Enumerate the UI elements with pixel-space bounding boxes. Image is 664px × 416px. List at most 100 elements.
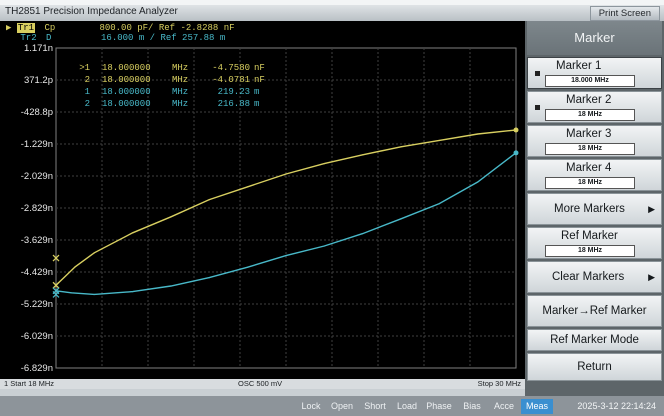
bottom-status-bar: Lock Open Short Load Phase Bias Acce Mea… xyxy=(0,396,664,416)
trace-end-marker xyxy=(513,150,519,156)
marker-readout-text: 216.88 xyxy=(218,99,250,109)
sweep-stop: Stop 30 MHz xyxy=(477,379,521,388)
marker2-value[interactable]: 18 MHz xyxy=(545,109,635,121)
submenu-arrow-icon: ▶ xyxy=(648,204,655,214)
marker3-label: Marker 3 xyxy=(566,128,612,140)
marker-readout-text: -4.0781 xyxy=(212,75,250,85)
softkey-panel: Marker Marker 1 18.000 MHz Marker 2 18 M… xyxy=(525,21,664,396)
ref-marker-button[interactable]: Ref Marker 18 MHz xyxy=(527,227,662,259)
load-button[interactable]: Load xyxy=(394,399,420,414)
marker-readout-text: >1 xyxy=(79,63,90,73)
marker-active-indicator xyxy=(535,71,540,76)
clear-markers-label: Clear Markers xyxy=(552,271,625,283)
marker-readout-text: 2 xyxy=(85,75,90,85)
trace1-header[interactable]: ▶ Tr1 Cp 800.00 pF/ Ref -2.8288 nF xyxy=(6,23,235,33)
print-screen-button[interactable]: Print Screen xyxy=(589,6,660,21)
ref-marker-mode-button[interactable]: Ref Marker Mode xyxy=(527,329,662,351)
trace-point xyxy=(170,285,172,287)
more-markers-button[interactable]: More Markers ▶ xyxy=(527,193,662,225)
marker-readout-text: -4.7580 xyxy=(212,63,250,73)
marker-readout-text: nF xyxy=(254,75,265,85)
trace-point xyxy=(362,233,364,235)
y-tick-label: -3.629n xyxy=(21,235,53,246)
y-tick-label: -2.029n xyxy=(21,171,53,182)
status-strip: 1 Start 18 MHz OSC 500 mV Stop 30 MHz xyxy=(0,379,525,389)
panel-title: Marker xyxy=(527,21,662,55)
marker-readout-text: 2 xyxy=(85,99,90,109)
trace-point xyxy=(74,266,76,268)
trace-point xyxy=(93,252,95,254)
ref-marker-value[interactable]: 18 MHz xyxy=(545,245,635,257)
marker-readout-text: 18.000000 xyxy=(102,99,151,109)
trace-point xyxy=(438,203,440,205)
acce-button[interactable]: Acce xyxy=(489,399,519,414)
marker2-button[interactable]: Marker 2 18 MHz xyxy=(527,91,662,123)
marker4-button[interactable]: Marker 4 18 MHz xyxy=(527,159,662,191)
title-bar: TH2851 Precision Impedance Analyzer Prin… xyxy=(0,5,664,21)
marker-readout-text: 18.000000 xyxy=(102,75,151,85)
open-button[interactable]: Open xyxy=(328,399,356,414)
trace-point xyxy=(132,232,134,234)
marker-readout-text: MHz xyxy=(172,75,188,85)
marker1-button[interactable]: Marker 1 18.000 MHz xyxy=(527,57,662,89)
marker-to-ref-marker-button[interactable]: Marker→Ref Marker xyxy=(527,295,662,327)
marker1-label: Marker 1 xyxy=(556,60,602,72)
ref-marker-label: Ref Marker xyxy=(561,230,618,242)
marker-readout-text: 18.000000 xyxy=(102,63,151,73)
trace2-unit: m / xyxy=(138,33,156,43)
marker1-value[interactable]: 18.000 MHz xyxy=(545,75,635,87)
trace-point xyxy=(285,255,287,257)
trace-point xyxy=(70,292,72,294)
trace1-param: Cp xyxy=(44,23,56,33)
y-tick-label: 1.171n xyxy=(24,43,53,54)
marker-readout-text: 18.000000 xyxy=(102,87,151,97)
app-title: TH2851 Precision Impedance Analyzer xyxy=(5,6,178,17)
y-tick-label: -6.029n xyxy=(21,331,53,342)
clear-markers-button[interactable]: Clear Markers ▶ xyxy=(527,261,662,293)
submenu-arrow-icon: ▶ xyxy=(648,272,655,282)
trace-point xyxy=(400,146,402,148)
marker-readout-text: MHz xyxy=(172,87,188,97)
y-tick-label: -2.829n xyxy=(21,203,53,214)
trace2-ref-unit: m xyxy=(219,33,226,43)
lock-button[interactable]: Lock xyxy=(298,399,324,414)
y-tick-label: -1.229n xyxy=(21,139,53,150)
trace-point xyxy=(247,186,249,188)
marker-readout-text: MHz xyxy=(172,99,188,109)
marker2-label: Marker 2 xyxy=(566,94,612,106)
trace-point xyxy=(93,293,95,296)
trace-point xyxy=(477,133,479,135)
trace2-ref: Ref 257.88 xyxy=(160,33,215,43)
phase-button[interactable]: Phase xyxy=(423,399,455,414)
meas-button[interactable]: Meas xyxy=(521,399,553,414)
trace2-scale: 16.000 xyxy=(101,33,134,43)
marker3-value[interactable]: 18 MHz xyxy=(545,143,635,155)
return-button[interactable]: Return xyxy=(527,353,662,381)
trace-point xyxy=(477,181,479,183)
trace-point xyxy=(285,173,287,175)
trace-point xyxy=(208,199,210,201)
trace2-name: Tr2 xyxy=(20,33,37,43)
chart-svg: 1.171n 371.2p -428.8p -1.229n -2.029n -2.829n… xyxy=(21,43,519,374)
bias-button[interactable]: Bias xyxy=(459,399,485,414)
trace-point xyxy=(247,266,249,268)
trace2-header[interactable]: Tr2 D 16.000 m / Ref 257.88 m xyxy=(6,33,235,43)
trace1-name: Tr1 xyxy=(16,23,36,33)
y-tick-label: 371.2p xyxy=(24,75,53,86)
marker-readout-text: 219.23 xyxy=(218,87,250,97)
marker-readout-text: nF xyxy=(254,63,265,73)
marker4-value[interactable]: 18 MHz xyxy=(545,177,635,189)
trace2-param: D xyxy=(46,33,52,43)
short-button[interactable]: Short xyxy=(360,399,390,414)
plot-area: 1.171n 371.2p -428.8p -1.229n -2.029n -2.829n… xyxy=(0,21,525,379)
trace1-unit: pF/ xyxy=(137,23,154,33)
trace-point xyxy=(208,277,210,279)
trace-point xyxy=(170,216,172,218)
trace1-scale: 800.00 xyxy=(99,23,132,33)
marker3-button[interactable]: Marker 3 18 MHz xyxy=(527,125,662,157)
trace-point xyxy=(362,154,364,156)
trace1-ref-unit: nF xyxy=(223,23,235,33)
y-tick-label: -4.429n xyxy=(21,267,53,278)
more-markers-label: More Markers xyxy=(554,203,625,215)
trace1-ref: Ref -2.8288 xyxy=(158,23,219,33)
